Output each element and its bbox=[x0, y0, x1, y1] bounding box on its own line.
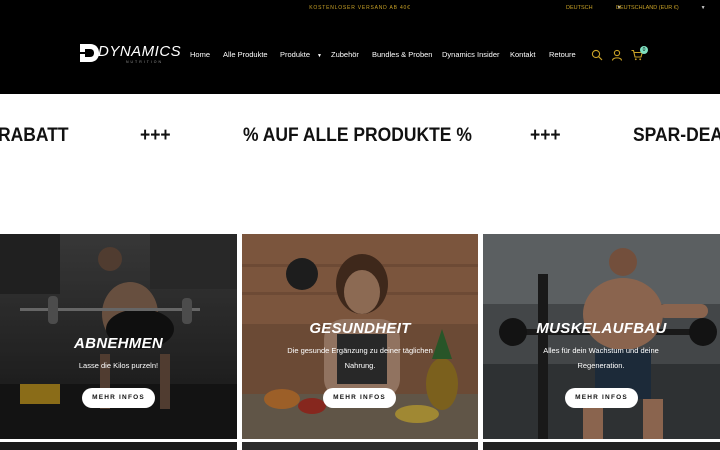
mehr-infos-button[interactable]: MEHR INFOS bbox=[323, 388, 396, 408]
tile-title: GESUNDHEIT bbox=[309, 320, 411, 337]
cart-count-badge: 0 bbox=[640, 46, 648, 54]
promo-marquee: RABATT +++ % AUF ALLE PRODUKTE % +++ SPA… bbox=[0, 94, 720, 234]
search-icon[interactable] bbox=[591, 49, 603, 61]
mehr-infos-button[interactable]: MEHR INFOS bbox=[565, 388, 638, 408]
logo-mark-icon bbox=[79, 44, 99, 62]
site-logo[interactable]: DYNAMICS NUTRITION bbox=[78, 42, 181, 66]
country-selector[interactable]: DEUTSCHLAND (EUR €) ▼ bbox=[616, 5, 706, 11]
nav-bundles[interactable]: Bundles & Proben bbox=[372, 50, 432, 59]
tile-subtitle: Lasse die Kilos purzeln! bbox=[78, 361, 159, 370]
tile-title: MUSKELAUFBAU bbox=[536, 320, 667, 337]
category-tile-abnehmen[interactable]: ABNEHMEN Lasse die Kilos purzeln! MEHR I… bbox=[0, 234, 237, 439]
marquee-item: % AUF ALLE PRODUKTE % bbox=[243, 125, 472, 146]
category-tile-gesundheit[interactable]: GESUNDHEIT Die gesunde Ergänzung zu dein… bbox=[242, 234, 478, 439]
language-selector[interactable]: DEUTSCH ▼ bbox=[566, 5, 622, 11]
tile-subtitle: Alles für dein Wachstum und deine Regene… bbox=[543, 346, 659, 370]
next-row-tile-edge bbox=[0, 442, 237, 450]
category-tile-muskelaufbau[interactable]: MUSKELAUFBAU Alles für dein Wachstum und… bbox=[483, 234, 720, 439]
nav-home[interactable]: Home bbox=[190, 50, 210, 59]
nav-kontakt[interactable]: Kontakt bbox=[510, 50, 535, 59]
tile-title: ABNEHMEN bbox=[73, 335, 164, 352]
marquee-item: +++ bbox=[530, 125, 561, 146]
marquee-item: SPAR-DEAL bbox=[633, 125, 720, 146]
mehr-infos-button[interactable]: MEHR INFOS bbox=[82, 388, 155, 408]
chevron-down-icon: ▼ bbox=[317, 53, 322, 59]
marquee-item: RABATT bbox=[0, 125, 69, 146]
next-row-tile-edge bbox=[242, 442, 478, 450]
chevron-down-icon: ▼ bbox=[700, 5, 706, 11]
nav-produkte-label: Produkte bbox=[280, 50, 311, 59]
nav-alle-produkte[interactable]: Alle Produkte bbox=[223, 50, 268, 59]
nav-produkte[interactable]: Produkte ▼ bbox=[280, 50, 322, 59]
language-label: DEUTSCH bbox=[566, 5, 593, 11]
marquee-item: +++ bbox=[140, 125, 171, 146]
next-row-tile-edge bbox=[483, 442, 720, 450]
user-icon[interactable] bbox=[611, 49, 623, 61]
tile-subtitle: Die gesunde Ergänzung zu deiner tägliche… bbox=[287, 346, 433, 370]
logo-word: DYNAMICS bbox=[98, 43, 182, 60]
country-label: DEUTSCHLAND (EUR €) bbox=[616, 5, 679, 11]
nav-dynamics-insider[interactable]: Dynamics Insider bbox=[442, 50, 500, 59]
nav-retoure[interactable]: Retoure bbox=[549, 50, 576, 59]
logo-sub: NUTRITION bbox=[126, 60, 164, 64]
site-header: KOSTENLOSER VERSAND AB 40€ DEUTSCH ▼ DEUT… bbox=[0, 0, 720, 94]
nav-zubehoer[interactable]: Zubehör bbox=[331, 50, 359, 59]
